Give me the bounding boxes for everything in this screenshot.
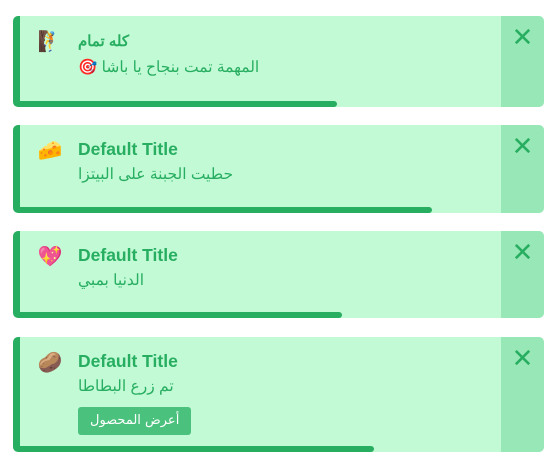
progress-bar — [20, 101, 337, 107]
progress-bar — [20, 312, 342, 318]
progress-bar — [20, 207, 432, 213]
close-icon: ✕ — [511, 23, 534, 53]
close-button[interactable]: ✕ — [501, 337, 544, 452]
toast-body: 💖 Default Title الدنيا بمبي — [20, 231, 501, 318]
toast-body: 🧗 كله تمام المهمة تمت بنجاح يا باشا 🎯 — [20, 16, 501, 107]
climbing-person-icon: 🧗 — [37, 29, 63, 53]
toast-message: الدنيا بمبي — [78, 272, 145, 289]
progress-bar — [20, 446, 374, 452]
close-icon: ✕ — [511, 238, 534, 268]
toast-body: 🧀 Default Title حطيت الجبنة على البيتزا — [20, 125, 501, 213]
close-icon: ✕ — [511, 132, 534, 162]
toast-title: Default Title — [78, 139, 178, 159]
potato-icon: 🥔 — [37, 350, 63, 374]
toast-message: حطيت الجبنة على البيتزا — [78, 166, 234, 183]
toast-cheese: 🧀 Default Title حطيت الجبنة على البيتزا … — [13, 125, 544, 213]
toast-title: كله تمام — [78, 33, 130, 50]
toast-heart: 💖 Default Title الدنيا بمبي ✕ — [13, 231, 544, 318]
close-button[interactable]: ✕ — [501, 231, 544, 318]
toast-success: 🧗 كله تمام المهمة تمت بنجاح يا باشا 🎯 ✕ — [13, 16, 544, 107]
view-harvest-button[interactable]: أعرض المحصول — [78, 407, 192, 435]
cheese-icon: 🧀 — [37, 138, 63, 162]
toast-potato: 🥔 Default Title تم زرع البطاطا أعرض المح… — [13, 337, 544, 452]
toast-body: 🥔 Default Title تم زرع البطاطا أعرض المح… — [20, 337, 501, 452]
close-button[interactable]: ✕ — [501, 125, 544, 213]
toast-title: Default Title — [78, 245, 178, 265]
toast-message: تم زرع البطاطا — [78, 378, 174, 395]
close-button[interactable]: ✕ — [501, 16, 544, 107]
toast-message: المهمة تمت بنجاح يا باشا 🎯 — [78, 59, 260, 76]
sparkling-heart-icon: 💖 — [37, 244, 63, 268]
toast-title: Default Title — [78, 351, 178, 371]
close-icon: ✕ — [511, 344, 534, 374]
